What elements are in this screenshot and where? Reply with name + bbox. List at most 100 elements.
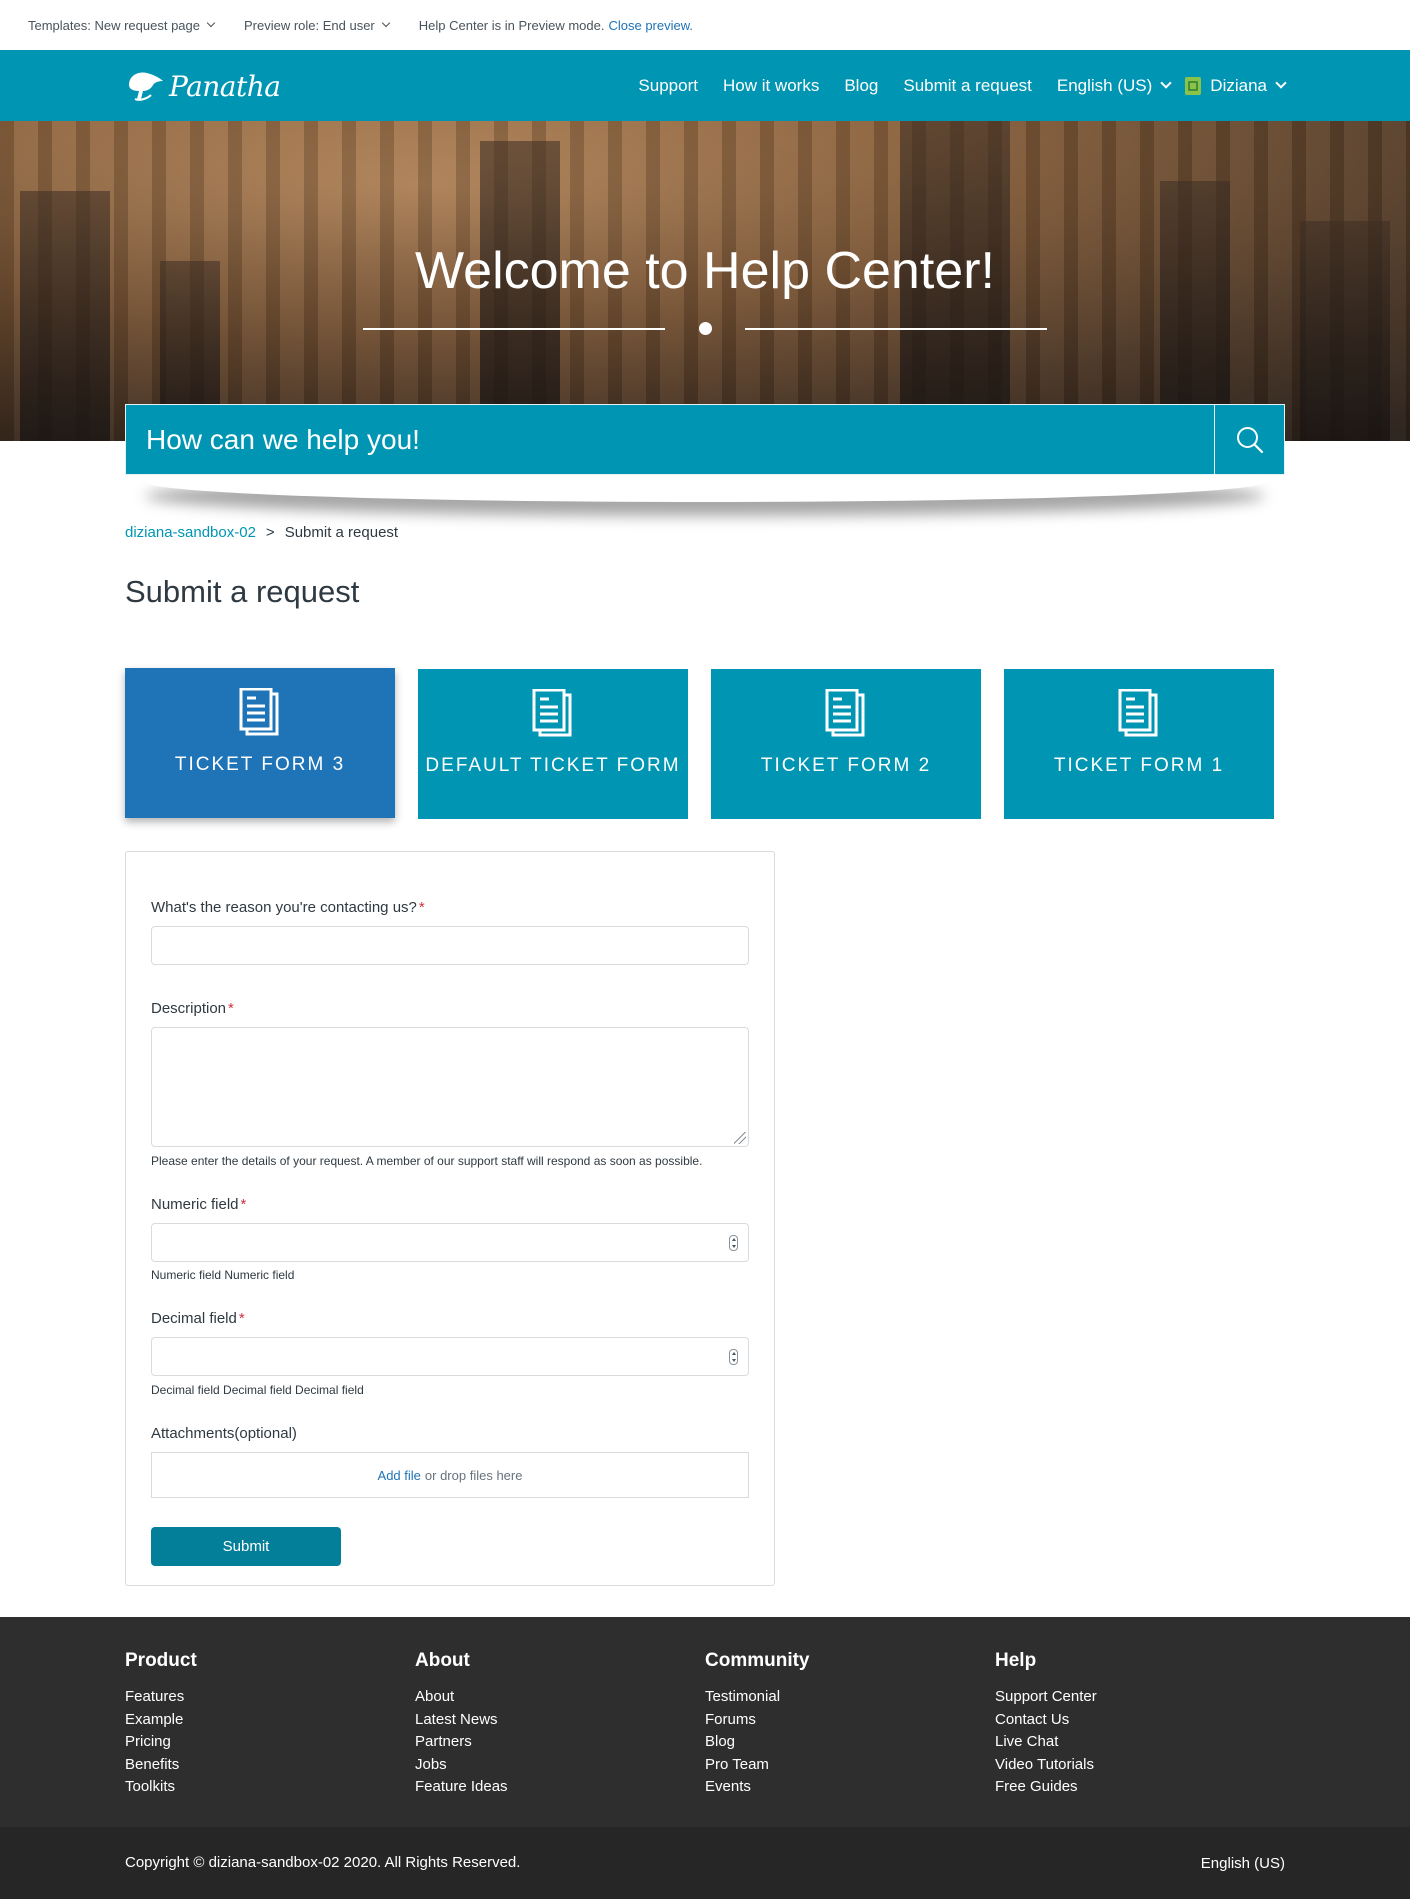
breadcrumb-current: Submit a request <box>284 524 399 541</box>
reason-input[interactable] <box>151 926 749 965</box>
footer-link[interactable]: Jobs <box>415 1754 675 1777</box>
footer-link[interactable]: About <box>415 1686 675 1709</box>
footer-column-about: About About Latest News Partners Jobs Fe… <box>415 1650 675 1799</box>
nav-submit-request[interactable]: Submit a request <box>903 76 1032 96</box>
footer-link[interactable]: Pro Team <box>705 1754 965 1777</box>
document-icon <box>825 689 865 737</box>
number-spinner-icon[interactable] <box>729 1235 738 1251</box>
footer-link[interactable]: Toolkits <box>125 1776 385 1799</box>
search-input[interactable]: How can we help you! <box>125 404 1215 475</box>
breadcrumb-separator: > <box>265 524 275 541</box>
decimal-hint: Decimal field Decimal field Decimal fiel… <box>151 1383 364 1397</box>
breadcrumb: diziana-sandbox-02 > Submit a request <box>125 524 398 541</box>
search-bar: How can we help you! <box>125 404 1285 475</box>
site-header: Panatha Support How it works Blog Submit… <box>0 50 1410 121</box>
footer-language-link[interactable]: English (US) <box>1201 1855 1285 1872</box>
logo[interactable]: Panatha <box>125 68 281 104</box>
footer-column-community: Community Testimonial Forums Blog Pro Te… <box>705 1650 965 1799</box>
hero-skyline <box>20 191 110 441</box>
logo-icon <box>129 72 163 101</box>
reason-label-text: What's the reason you're contacting us? <box>151 899 417 916</box>
footer-link[interactable]: Feature Ideas <box>415 1776 675 1799</box>
required-mark: * <box>228 1000 234 1017</box>
description-label: Description * <box>151 1000 234 1017</box>
copyright: Copyright © diziana-sandbox-02 2020. All… <box>125 1854 521 1871</box>
attachments-dropzone[interactable]: Add file or drop files here <box>151 1452 749 1498</box>
footer-column-help: Help Support Center Contact Us Live Chat… <box>995 1650 1255 1799</box>
footer-link[interactable]: Support Center <box>995 1686 1255 1709</box>
footer-heading: About <box>415 1650 470 1671</box>
chevron-down-icon <box>206 18 216 28</box>
form-tile-label: TICKET FORM 3 <box>174 754 346 775</box>
footer-link[interactable]: Pricing <box>125 1731 385 1754</box>
form-tile-ticket-form-2[interactable]: TICKET FORM 2 <box>711 669 981 819</box>
footer-bottom-bar: Copyright © diziana-sandbox-02 2020. All… <box>0 1827 1410 1899</box>
numeric-hint: Numeric field Numeric field <box>151 1268 295 1282</box>
reason-label: What's the reason you're contacting us? * <box>151 899 425 916</box>
footer-link[interactable]: Example <box>125 1709 385 1732</box>
close-preview-link[interactable]: Close preview. <box>608 18 693 33</box>
nav-blog[interactable]: Blog <box>844 76 878 96</box>
search-button[interactable] <box>1214 404 1285 475</box>
decimal-input[interactable] <box>151 1337 749 1376</box>
footer-link[interactable]: Benefits <box>125 1754 385 1777</box>
nav-support[interactable]: Support <box>638 76 698 96</box>
footer-link[interactable]: Contact Us <box>995 1709 1255 1732</box>
numeric-input[interactable] <box>151 1223 749 1262</box>
role-label: Preview role: End user <box>243 17 375 33</box>
description-hint: Please enter the details of your request… <box>151 1154 703 1168</box>
decimal-label: Decimal field * <box>151 1310 245 1327</box>
footer-heading: Community <box>705 1650 810 1671</box>
footer-link[interactable]: Video Tutorials <box>995 1754 1255 1777</box>
footer-link[interactable]: Free Guides <box>995 1776 1255 1799</box>
breadcrumb-home-link[interactable]: diziana-sandbox-02 <box>125 524 256 541</box>
request-form: What's the reason you're contacting us? *… <box>125 851 775 1586</box>
decimal-label-text: Decimal field <box>151 1310 237 1327</box>
search-icon <box>1236 426 1263 453</box>
drop-files-text: or drop files here <box>424 1467 523 1483</box>
logo-text: Panatha <box>169 69 281 103</box>
document-icon <box>1118 689 1158 737</box>
document-icon <box>532 689 572 737</box>
template-dropdown[interactable]: Templates: New request page <box>28 18 216 33</box>
form-tile-label: TICKET FORM 2 <box>760 755 932 776</box>
description-textarea[interactable] <box>151 1027 749 1147</box>
footer-link[interactable]: Latest News <box>415 1709 675 1732</box>
site-footer: Product Features Example Pricing Benefit… <box>0 1617 1410 1827</box>
numeric-label-text: Numeric field <box>151 1196 239 1213</box>
footer-link[interactable]: Testimonial <box>705 1686 965 1709</box>
form-tile-ticket-form-1[interactable]: TICKET FORM 1 <box>1004 669 1274 819</box>
required-mark: * <box>238 1310 245 1327</box>
user-avatar-icon <box>1185 76 1202 95</box>
form-tile-default[interactable]: DEFAULT TICKET FORM <box>418 669 688 819</box>
nav-how-it-works[interactable]: How it works <box>723 76 819 96</box>
attachments-label: Attachments(optional) <box>151 1425 297 1442</box>
footer-column-product: Product Features Example Pricing Benefit… <box>125 1650 385 1799</box>
hero-title: Welcome to Help Center! <box>415 242 995 300</box>
footer-link[interactable]: Forums <box>705 1709 965 1732</box>
footer-link[interactable]: Blog <box>705 1731 965 1754</box>
footer-link[interactable]: Features <box>125 1686 385 1709</box>
language-dropdown[interactable]: English (US) <box>1056 75 1172 96</box>
preview-mode-notice: Help Center is in Preview mode. Close pr… <box>419 18 693 33</box>
required-mark: * <box>240 1196 247 1213</box>
user-menu[interactable]: Diziana <box>1184 76 1287 96</box>
role-dropdown[interactable]: Preview role: End user <box>243 17 391 33</box>
required-mark: * <box>418 899 425 916</box>
number-spinner-icon[interactable] <box>729 1349 738 1365</box>
language-label: English (US) <box>1056 75 1153 95</box>
preview-bar: Templates: New request page Preview role… <box>0 0 1410 50</box>
submit-button[interactable]: Submit <box>151 1527 341 1566</box>
form-tile-label: DEFAULT TICKET FORM <box>425 755 681 776</box>
footer-link[interactable]: Live Chat <box>995 1731 1255 1754</box>
add-file-link[interactable]: Add file <box>378 1468 421 1483</box>
footer-heading: Product <box>125 1650 197 1671</box>
footer-link[interactable]: Partners <box>415 1731 675 1754</box>
form-tile-label: TICKET FORM 1 <box>1053 755 1225 776</box>
resize-handle-icon[interactable] <box>734 1132 746 1144</box>
main-nav: Support How it works Blog Submit a reque… <box>613 50 1287 121</box>
chevron-down-icon <box>381 18 391 28</box>
footer-link[interactable]: Events <box>705 1776 965 1799</box>
form-tile-ticket-form-3[interactable]: TICKET FORM 3 <box>125 668 395 818</box>
preview-mode-text: Help Center is in Preview mode. <box>418 17 605 33</box>
